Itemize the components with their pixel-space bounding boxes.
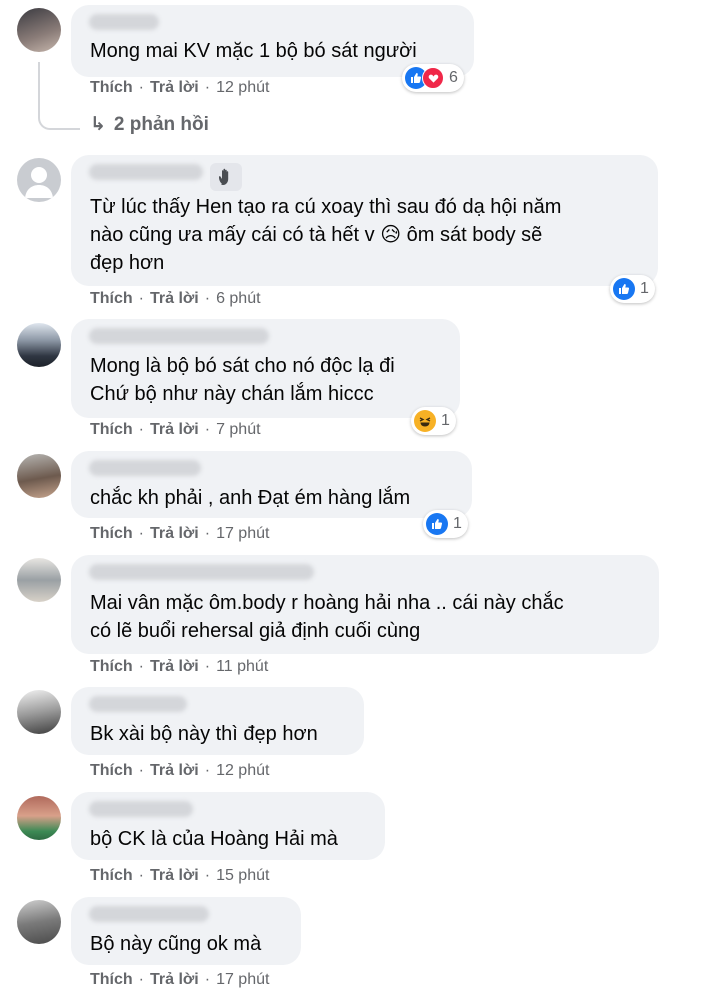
- comment-bubble: Bộ này cũng ok mà: [71, 897, 301, 965]
- author-name-blurred[interactable]: [89, 696, 187, 712]
- reply-arrow-icon: ↳: [90, 114, 106, 135]
- comment-text: Mong mai KV mặc 1 bộ bó sát người: [90, 40, 417, 62]
- like-reaction-icon: [613, 278, 635, 300]
- comment-bubble: chắc kh phải , anh Đạt ém hàng lắm: [71, 451, 472, 518]
- comment-bubble: Mai vân mặc ôm.body r hoàng hải nha .. c…: [71, 555, 659, 654]
- avatar[interactable]: [17, 558, 61, 602]
- like-reaction-icon: [426, 513, 448, 535]
- reaction-summary[interactable]: 1: [411, 407, 456, 435]
- reaction-summary[interactable]: 6: [402, 64, 464, 92]
- author-name-blurred[interactable]: [89, 906, 209, 922]
- love-reaction-icon: [422, 67, 444, 89]
- author-name-blurred[interactable]: [89, 164, 203, 180]
- author-name-blurred[interactable]: [89, 460, 201, 476]
- comment-actions: Thích · Trả lời · 12 phút: [90, 79, 270, 96]
- reaction-count: 6: [449, 69, 458, 86]
- like-button[interactable]: Thích: [90, 867, 133, 884]
- reply-button[interactable]: Trả lời: [150, 971, 199, 988]
- avatar[interactable]: [17, 796, 61, 840]
- comment-text: Bk xài bộ này thì đẹp hơn: [90, 723, 318, 745]
- reaction-count: 1: [441, 412, 450, 429]
- comment-actions: Thích · Trả lời · 11 phút: [90, 658, 269, 675]
- like-button[interactable]: Thích: [90, 525, 133, 542]
- comment-time[interactable]: 17 phút: [216, 525, 269, 542]
- comment-text: có lẽ buổi rehersal giả định cuối cùng: [90, 620, 421, 642]
- comment-time[interactable]: 15 phút: [216, 867, 269, 884]
- comment-time[interactable]: 11 phút: [216, 658, 268, 675]
- comment-bubble: bộ CK là của Hoàng Hải mà: [71, 792, 385, 860]
- default-avatar-icon: [25, 167, 53, 198]
- top-fan-badge: [210, 163, 242, 191]
- comment-time[interactable]: 12 phút: [216, 79, 269, 96]
- view-replies-label: 2 phản hồi: [113, 114, 209, 135]
- avatar[interactable]: [17, 158, 61, 202]
- comment-actions: Thích · Trả lời · 17 phút: [90, 971, 270, 988]
- view-replies-link[interactable]: ↳ 2 phản hồi: [90, 113, 209, 136]
- reply-button[interactable]: Trả lời: [150, 867, 199, 884]
- author-name-blurred[interactable]: [89, 14, 159, 30]
- author-name-blurred[interactable]: [89, 328, 269, 344]
- reply-button[interactable]: Trả lời: [150, 525, 199, 542]
- reply-button[interactable]: Trả lời: [150, 658, 199, 675]
- comment-text: đẹp hơn: [90, 252, 165, 274]
- comment-text: Từ lúc thấy Hen tạo ra cú xoay thì sau đ…: [90, 196, 562, 218]
- author-name-blurred[interactable]: [89, 801, 193, 817]
- like-button[interactable]: Thích: [90, 79, 133, 96]
- reply-button[interactable]: Trả lời: [150, 421, 199, 438]
- comment-actions: Thích · Trả lời · 17 phút: [90, 525, 270, 542]
- reaction-summary[interactable]: 1: [423, 510, 468, 538]
- comment-text: Mai vân mặc ôm.body r hoàng hải nha .. c…: [90, 592, 564, 614]
- reaction-summary[interactable]: 1: [610, 275, 655, 303]
- comment-time[interactable]: 12 phút: [216, 762, 269, 779]
- like-button[interactable]: Thích: [90, 421, 133, 438]
- like-button[interactable]: Thích: [90, 971, 133, 988]
- comment-bubble: Bk xài bộ này thì đẹp hơn: [71, 687, 364, 755]
- comment-actions: Thích · Trả lời · 15 phút: [90, 867, 270, 884]
- like-button[interactable]: Thích: [90, 658, 133, 675]
- reaction-count: 1: [453, 515, 462, 532]
- comment-bubble: Mong là bộ bó sát cho nó độc lạ đi Chứ b…: [71, 319, 460, 418]
- avatar[interactable]: [17, 690, 61, 734]
- comment-actions: Thích · Trả lời · 12 phút: [90, 762, 270, 779]
- author-name-blurred[interactable]: [89, 564, 314, 580]
- avatar[interactable]: [17, 323, 61, 367]
- avatar[interactable]: [17, 8, 61, 52]
- comment-text: nào cũng ưa mấy cái có tà hết v 😥 ôm sát…: [90, 224, 543, 246]
- comment-time[interactable]: 6 phút: [216, 290, 260, 307]
- comment-text: bộ CK là của Hoàng Hải mà: [90, 828, 338, 850]
- comment-text: chắc kh phải , anh Đạt ém hàng lắm: [90, 487, 411, 509]
- comment-bubble: Từ lúc thấy Hen tạo ra cú xoay thì sau đ…: [71, 155, 658, 286]
- reaction-count: 1: [640, 280, 649, 297]
- reply-button[interactable]: Trả lời: [150, 290, 199, 307]
- like-button[interactable]: Thích: [90, 762, 133, 779]
- comment-text: Chứ bộ như này chán lắm hiccc: [90, 383, 374, 405]
- avatar[interactable]: [17, 900, 61, 944]
- comment-text: Bộ này cũng ok mà: [90, 933, 262, 955]
- wave-hand-icon: [219, 168, 229, 185]
- comment-time[interactable]: 7 phút: [216, 421, 260, 438]
- like-button[interactable]: Thích: [90, 290, 133, 307]
- comment-text: Mong là bộ bó sát cho nó độc lạ đi: [90, 355, 395, 377]
- avatar[interactable]: [17, 454, 61, 498]
- reply-button[interactable]: Trả lời: [150, 762, 199, 779]
- comment-actions: Thích · Trả lời · 6 phút: [90, 290, 261, 307]
- reply-thread-line: [38, 62, 80, 130]
- comment-actions: Thích · Trả lời · 7 phút: [90, 421, 261, 438]
- comment-time[interactable]: 17 phút: [216, 971, 269, 988]
- haha-reaction-icon: [414, 410, 436, 432]
- reply-button[interactable]: Trả lời: [150, 79, 199, 96]
